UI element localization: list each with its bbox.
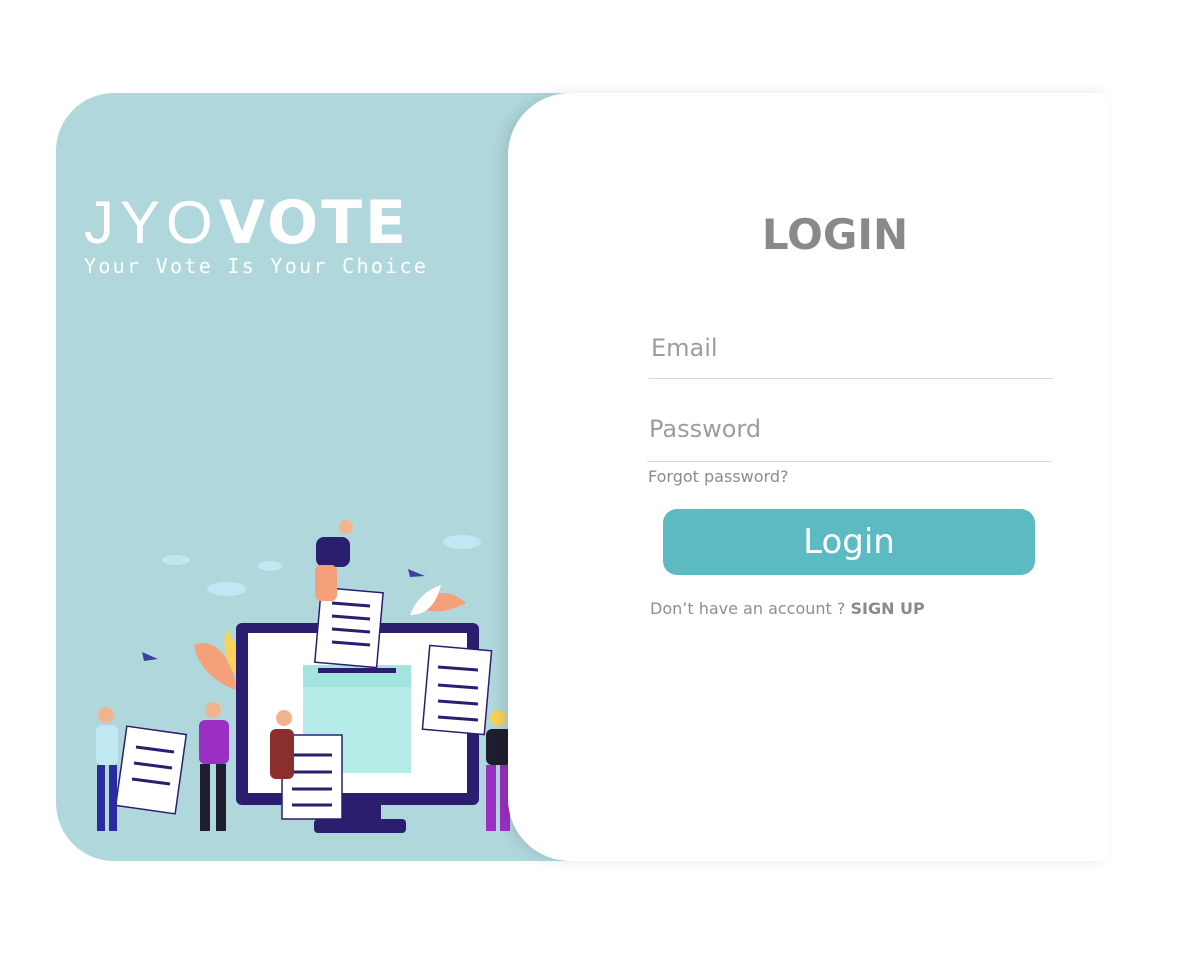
brand-name-bold: VOTE — [218, 188, 410, 258]
email-field[interactable] — [649, 318, 1053, 379]
brand-tagline: Your Vote Is Your Choice — [84, 254, 429, 278]
brand-logo: JYOVOTE Your Vote Is Your Choice — [84, 188, 429, 279]
signup-link[interactable]: SIGN UP — [850, 599, 924, 618]
password-field[interactable] — [647, 396, 1051, 462]
ballot-paper-icon — [421, 644, 493, 736]
signup-prompt-text: Don’t have an account ? — [650, 599, 846, 618]
login-button[interactable]: Login — [663, 509, 1035, 575]
person-icon — [199, 702, 229, 831]
person-icon — [96, 707, 118, 831]
person-icon — [315, 520, 353, 601]
brand-name-light: JYO — [84, 189, 219, 256]
brand-name: JYOVOTE — [84, 188, 428, 258]
signup-prompt-line: Don’t have an account ? SIGN UP — [650, 599, 925, 618]
ballot-paper-icon — [114, 725, 188, 815]
login-panel — [508, 93, 1108, 861]
paper-plane-icon — [142, 652, 158, 661]
forgot-password-link[interactable]: Forgot password? — [648, 467, 788, 486]
login-title: LOGIN — [761, 210, 909, 259]
paper-plane-icon — [408, 569, 425, 577]
